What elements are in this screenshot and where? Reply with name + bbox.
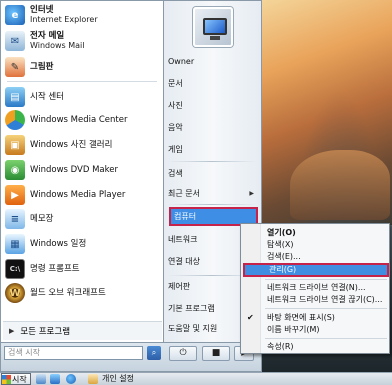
welcome-center-icon: ▤: [5, 87, 25, 107]
menu-item-internet[interactable]: e 인터넷 Internet Explorer: [5, 5, 161, 25]
divider: [265, 338, 387, 339]
menu-item-notepad[interactable]: ≡ 메모장: [5, 209, 161, 229]
menu-item-label: Windows Media Player: [30, 190, 126, 200]
ctx-search[interactable]: 검색(E)...: [263, 251, 389, 263]
menu-item-world-of-warcraft[interactable]: W 월드 오브 워크래프트: [5, 283, 161, 303]
place-owner[interactable]: Owner: [168, 55, 258, 69]
menu-item-label: 명령 프롬프트: [30, 264, 80, 274]
world-of-warcraft-icon: W: [5, 283, 25, 303]
start-search-input[interactable]: 검색 시작: [4, 346, 143, 360]
wallpaper-rock: [290, 150, 390, 220]
menu-item-dvd-maker[interactable]: ◉ Windows DVD Maker: [5, 160, 161, 180]
menu-item-calendar[interactable]: ▦ Windows 일정: [5, 234, 161, 254]
photo-gallery-icon: ▣: [5, 135, 25, 155]
ctx-open[interactable]: 열기(O): [263, 227, 389, 239]
switch-windows-icon[interactable]: [50, 374, 60, 384]
taskbar: 시작 개인 설정: [0, 372, 392, 385]
menu-item-label: Windows DVD Maker: [30, 165, 118, 175]
divider: [168, 161, 256, 162]
recent-items-label: 최근 문서: [168, 189, 200, 198]
place-search[interactable]: 검색: [168, 167, 258, 181]
paint-icon: ✎: [5, 57, 25, 77]
windows-logo-icon: [2, 374, 11, 384]
start-button-label: 시작: [12, 374, 27, 384]
taskbar-window-personalization[interactable]: 개인 설정: [88, 373, 208, 385]
menu-item-label: Windows 사진 갤러리: [30, 140, 113, 150]
start-menu: e 인터넷 Internet Explorer ✉ 전자 메일 Windows Ma…: [0, 0, 262, 372]
power-button[interactable]: ⏻: [169, 346, 197, 361]
monitor-stand: [210, 36, 220, 40]
ctx-map-network-drive[interactable]: 네트워크 드라이브 연결(N)...: [263, 282, 389, 294]
menu-item-label: 메모장: [30, 214, 54, 224]
menu-item-label: 전자 메일: [30, 31, 65, 41]
start-menu-programs-pane: e 인터넷 Internet Explorer ✉ 전자 메일 Windows Ma…: [0, 0, 163, 343]
all-programs-button[interactable]: ▶ 모든 프로그램: [3, 321, 162, 340]
menu-item-command-prompt[interactable]: C:\ 명령 프롬프트: [5, 259, 161, 279]
chevron-right-icon: ▶: [9, 327, 15, 335]
ctx-show-on-desktop[interactable]: ✔ 바탕 화면에 표시(S): [247, 312, 389, 324]
ctx-disconnect-network-drive[interactable]: 네트워크 드라이브 연결 끊기(C)...: [263, 294, 389, 306]
internet-explorer-icon: e: [5, 5, 25, 25]
menu-item-sublabel: Internet Explorer: [30, 15, 98, 24]
menu-item-sublabel: Windows Mail: [30, 41, 85, 50]
menu-item-photo-gallery[interactable]: ▣ Windows 사진 갤러리: [5, 135, 161, 155]
monitor-icon: [203, 18, 227, 35]
divider: [7, 81, 157, 82]
taskbar-window-label: 개인 설정: [102, 374, 134, 383]
divider: [168, 204, 256, 205]
place-pictures[interactable]: 사진: [168, 99, 258, 113]
lock-icon: ■: [211, 348, 221, 358]
context-menu-gutter: [241, 224, 261, 353]
start-search-bar: 검색 시작 ⌕ ⏻ ■ ▶: [0, 343, 262, 372]
ctx-manage[interactable]: 관리(G): [243, 263, 389, 277]
notepad-icon: ≡: [5, 209, 25, 229]
lock-button[interactable]: ■: [202, 346, 230, 361]
user-picture[interactable]: [193, 7, 233, 47]
all-programs-label: 모든 프로그램: [20, 327, 71, 337]
menu-item-label: Windows 일정: [30, 239, 87, 249]
ctx-explore[interactable]: 탐색(X): [263, 239, 389, 251]
menu-item-paint[interactable]: ✎ 그림판: [5, 57, 161, 77]
divider: [265, 308, 387, 309]
media-center-icon: [5, 110, 25, 130]
divider: [265, 279, 387, 280]
windows-mail-icon: ✉: [5, 31, 25, 51]
ctx-properties[interactable]: 속성(R): [263, 341, 389, 353]
start-button[interactable]: 시작: [1, 373, 31, 385]
power-icon: ⏻: [179, 348, 187, 358]
calendar-icon: ▦: [5, 234, 25, 254]
chevron-right-icon: ▶: [249, 190, 254, 197]
ctx-show-on-desktop-label: 바탕 화면에 표시(S): [267, 313, 335, 322]
place-games[interactable]: 게임: [168, 143, 258, 157]
command-prompt-icon: C:\: [5, 259, 25, 279]
menu-item-media-player[interactable]: ▶ Windows Media Player: [5, 185, 161, 205]
menu-item-email[interactable]: ✉ 전자 메일 Windows Mail: [5, 31, 161, 51]
menu-item-label: 인터넷: [30, 5, 54, 15]
computer-context-menu: 열기(O) 탐색(X) 검색(E)... 관리(G) 네트워크 드라이브 연결(…: [240, 223, 390, 354]
search-icon[interactable]: ⌕: [147, 346, 161, 360]
place-music[interactable]: 음악: [168, 121, 258, 135]
place-recent-items[interactable]: 최근 문서 ▶: [168, 187, 258, 201]
personalization-icon: [88, 374, 98, 384]
checkmark-icon: ✔: [247, 313, 254, 322]
dvd-maker-icon: ◉: [5, 160, 25, 180]
menu-item-label: Windows Media Center: [30, 115, 128, 125]
menu-item-welcome-center[interactable]: ▤ 시작 센터: [5, 87, 161, 107]
menu-item-media-center[interactable]: Windows Media Center: [5, 110, 161, 130]
show-desktop-icon[interactable]: [36, 374, 46, 384]
menu-item-label: 그림판: [30, 62, 54, 72]
ctx-rename[interactable]: 이름 바꾸기(M): [263, 324, 389, 336]
internet-explorer-icon[interactable]: [66, 374, 76, 384]
media-player-icon: ▶: [5, 185, 25, 205]
menu-item-label: 시작 센터: [30, 92, 64, 102]
place-documents[interactable]: 문서: [168, 77, 258, 91]
menu-item-label: 월드 오브 워크래프트: [30, 288, 106, 298]
